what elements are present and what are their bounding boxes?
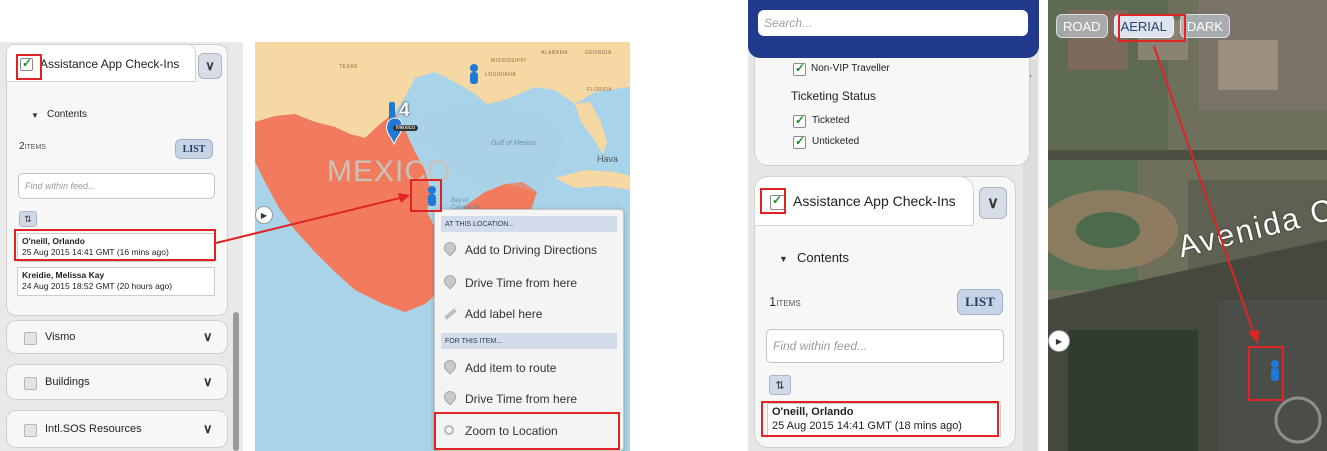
pin-icon: [441, 357, 459, 376]
chevron-right-icon: ▶: [260, 210, 268, 220]
mode-dark-button[interactable]: DARK: [1179, 14, 1230, 38]
ctx-add-item-to-route[interactable]: Add item to route: [441, 357, 621, 379]
ticketed-checkbox[interactable]: [793, 113, 806, 128]
sort-icon: ⇅: [775, 379, 785, 392]
aerial-map-view[interactable]: Avenida Ca: [1048, 0, 1327, 451]
ctx-zoom-to-location[interactable]: Zoom to Location: [443, 420, 621, 442]
list-button[interactable]: LIST: [957, 289, 1003, 315]
ctx-drive-time-location[interactable]: Drive Time from here: [441, 272, 621, 294]
search-input[interactable]: Search...: [758, 10, 1028, 36]
buildings-checkbox[interactable]: [24, 377, 37, 390]
items-count: 2ITEMS: [19, 141, 46, 152]
checkins-layer-header[interactable]: Assistance App Check-Ins: [754, 176, 974, 226]
ticketing-status-label: Ticketing Status: [791, 89, 876, 103]
checkins-layer-header[interactable]: Assistance App Check-Ins: [6, 44, 196, 82]
vismo-checkbox[interactable]: [24, 332, 37, 345]
cluster-count: 4: [399, 100, 410, 121]
sort-button[interactable]: ⇅: [769, 375, 791, 395]
feed-item-kreidie[interactable]: Kreidie, Melissa Kay 24 Aug 2015 18:52 G…: [17, 267, 215, 296]
vismo-title: Vismo: [45, 331, 76, 343]
person-marker-icon: [470, 64, 478, 84]
mode-aerial-button[interactable]: AERIAL: [1113, 14, 1174, 38]
person-marker-icon: [1271, 360, 1279, 381]
layer-card-intl-sos[interactable]: Intl.SOS Resources ∨: [6, 410, 228, 448]
ctx-drive-time-item[interactable]: Drive Time from here: [441, 388, 621, 410]
pin-icon: [441, 388, 459, 407]
chevron-double-up-icon: ∨: [205, 58, 215, 73]
layer-card-buildings[interactable]: Buildings ∨: [6, 364, 228, 400]
ctx-section-location: AT THIS LOCATION...: [441, 216, 617, 232]
ctx-add-label[interactable]: Add label here: [443, 303, 621, 325]
items-count: 1ITEMS: [769, 294, 801, 309]
pencil-icon: [443, 306, 457, 322]
sort-icon: ⇅: [24, 213, 32, 224]
pin-icon: [441, 239, 459, 258]
unticketed-label: Unticketed: [812, 136, 860, 147]
feed-item-oneill[interactable]: O'neill, Orlando 25 Aug 2015 14:41 GMT (…: [17, 233, 215, 262]
buildings-title: Buildings: [45, 376, 90, 388]
expand-map-button[interactable]: ▶: [255, 206, 273, 224]
chevron-double-down-icon[interactable]: ∨: [203, 421, 213, 437]
list-button[interactable]: LIST: [175, 139, 213, 159]
mode-road-button[interactable]: ROAD: [1056, 14, 1108, 38]
zoom-icon: [443, 423, 457, 439]
sort-button[interactable]: ⇅: [19, 211, 37, 227]
ctx-section-item: FOR THIS ITEM...: [441, 333, 617, 349]
checkins-layer-card: Assistance App Check-Ins ∨ ▼ Contents 1I…: [754, 176, 1016, 448]
left-screenshot: Assistance App Check-Ins ∨ ▼ Contents 2I…: [0, 0, 640, 451]
ticketed-label: Ticketed: [812, 115, 850, 126]
chevron-double-up-icon: ∨: [987, 195, 999, 212]
map-mode-toggle: ROAD AERIAL DARK: [1056, 14, 1230, 38]
collapse-button[interactable]: ∨: [198, 53, 222, 79]
pin-icon: [441, 272, 459, 291]
layers-sidebar: Assistance App Check-Ins ∨ ▼ Contents 2I…: [0, 42, 243, 451]
map-context-menu: AT THIS LOCATION... Add to Driving Direc…: [434, 209, 624, 451]
sidebar-scrollbar[interactable]: [233, 312, 239, 451]
right-screenshot: ▲ Non-VIP Traveller Ticketing Status Tic…: [748, 0, 1327, 451]
chevron-double-down-icon[interactable]: ∨: [203, 374, 213, 390]
chevron-double-down-icon[interactable]: ∨: [203, 329, 213, 345]
search-bar: Search...: [748, 0, 1039, 58]
non-vip-checkbox[interactable]: [793, 61, 806, 76]
find-within-feed-input[interactable]: Find within feed...: [766, 329, 1004, 363]
expand-triangle-icon[interactable]: ▼: [31, 111, 39, 120]
checkins-layer-title: Assistance App Check-Ins: [793, 193, 956, 209]
layers-sidebar-zoomed: ▲ Non-VIP Traveller Ticketing Status Tic…: [748, 0, 1039, 451]
checkins-layer-checkbox[interactable]: [770, 193, 785, 210]
feed-item-oneill[interactable]: O'neill, Orlando 25 Aug 2015 14:41 GMT (…: [767, 403, 1001, 437]
expand-triangle-icon[interactable]: ▼: [779, 254, 788, 264]
find-within-feed-input[interactable]: Find within feed...: [18, 173, 215, 199]
expand-map-button[interactable]: ▶: [1048, 330, 1070, 352]
unticketed-checkbox[interactable]: [793, 134, 806, 149]
checkins-layer-checkbox[interactable]: [20, 56, 33, 71]
cluster-tag: Mexico: [393, 125, 419, 131]
collapse-button[interactable]: ∨: [979, 187, 1007, 219]
ctx-add-driving-directions[interactable]: Add to Driving Directions: [441, 239, 621, 261]
contents-label: Contents: [47, 109, 88, 120]
chevron-right-icon: ▶: [1055, 336, 1063, 346]
aerial-marker: [1271, 360, 1279, 381]
non-vip-label: Non-VIP Traveller: [811, 63, 890, 74]
checkins-layer-card: Assistance App Check-Ins ∨ ▼ Contents 2I…: [6, 44, 228, 316]
person-marker-icon: [428, 186, 436, 206]
checkins-layer-title: Assistance App Check-Ins: [40, 57, 180, 71]
intl-sos-checkbox[interactable]: [24, 424, 37, 437]
contents-label: Contents: [797, 250, 850, 265]
intl-sos-title: Intl.SOS Resources: [45, 423, 142, 435]
layer-card-vismo[interactable]: Vismo ∨: [6, 320, 228, 354]
